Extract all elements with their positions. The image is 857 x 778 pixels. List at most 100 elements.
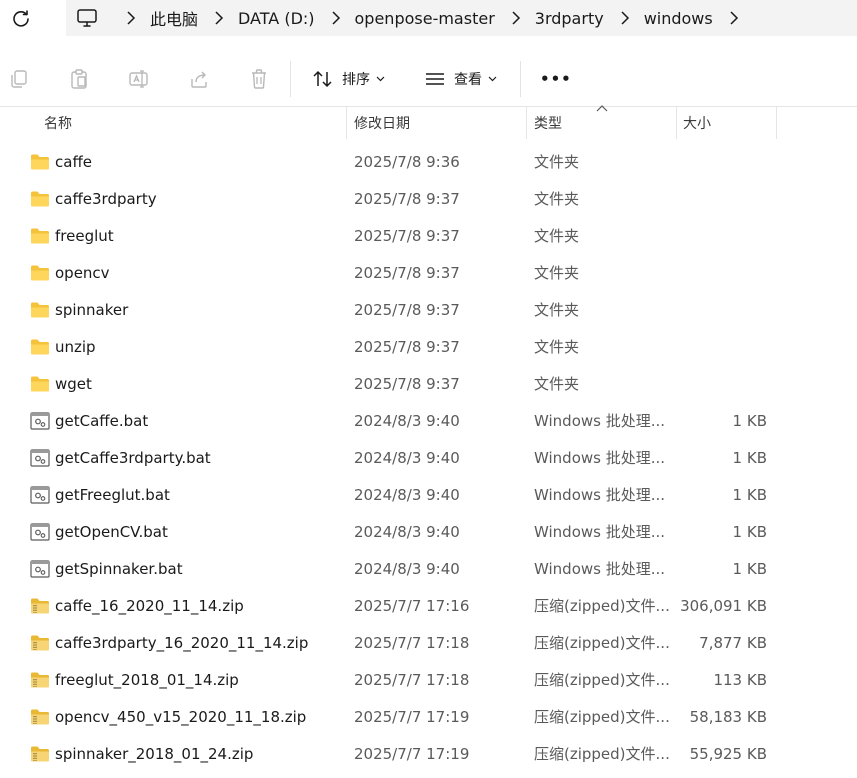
- file-row[interactable]: getCaffe3rdparty.bat 2024/8/3 9:40 Windows…: [0, 440, 800, 477]
- breadcrumb: 此电脑 DATA (D:) openpose-master 3rdparty w…: [76, 0, 753, 36]
- file-row[interactable]: getSpinnaker.bat 2024/8/3 9:40 Windows 批处理…: [0, 551, 800, 588]
- address-bar: 此电脑 DATA (D:) openpose-master 3rdparty w…: [0, 0, 857, 36]
- copy-icon[interactable]: [8, 68, 30, 90]
- folder-row[interactable]: wget 2025/7/8 9:37 文件夹: [0, 366, 800, 403]
- file-type: 文件夹: [534, 264, 580, 282]
- breadcrumb-this-pc[interactable]: 此电脑: [150, 6, 198, 30]
- more-icon: •••: [540, 70, 572, 88]
- file-date: 2025/7/8 9:37: [354, 227, 460, 245]
- column-separator[interactable]: [676, 107, 677, 139]
- column-header-type[interactable]: 类型: [534, 107, 562, 139]
- file-size: 1 KB: [732, 560, 767, 578]
- computer-icon[interactable]: [76, 8, 98, 28]
- folder-icon: [31, 154, 49, 170]
- column-separator[interactable]: [526, 107, 527, 139]
- share-icon[interactable]: [188, 68, 210, 90]
- file-type: Windows 批处理...: [534, 449, 666, 467]
- sort-ascending-icon: [596, 105, 608, 112]
- file-name: wget: [55, 375, 92, 393]
- column-separator[interactable]: [346, 107, 347, 139]
- file-size: 1 KB: [732, 523, 767, 541]
- file-type: Windows 批处理...: [534, 486, 666, 504]
- file-size: 113 KB: [713, 671, 767, 689]
- more-button[interactable]: •••: [540, 66, 572, 92]
- folder-icon: [31, 228, 49, 244]
- file-size: 1 KB: [732, 449, 767, 467]
- breadcrumb-windows[interactable]: windows: [644, 9, 713, 28]
- file-row[interactable]: opencv_450_v15_2020_11_18.zip 2025/7/7 17…: [0, 699, 800, 736]
- folder-row[interactable]: caffe 2025/7/8 9:36 文件夹: [0, 144, 800, 181]
- chevron-right-icon[interactable]: [331, 11, 341, 25]
- file-date: 2025/7/7 17:18: [354, 634, 470, 652]
- file-row[interactable]: caffe3rdparty_16_2020_11_14.zip 2025/7/7 …: [0, 625, 800, 662]
- folder-row[interactable]: caffe3rdparty 2025/7/8 9:37 文件夹: [0, 181, 800, 218]
- file-type: 文件夹: [534, 338, 580, 356]
- sort-icon: [313, 70, 332, 88]
- file-size: 55,925 KB: [689, 745, 767, 763]
- folder-icon: [31, 302, 49, 318]
- file-date: 2025/7/7 17:18: [354, 671, 470, 689]
- column-separator[interactable]: [776, 107, 777, 139]
- view-button[interactable]: 查看: [424, 66, 497, 92]
- breadcrumb-3rdparty[interactable]: 3rdparty: [535, 9, 604, 28]
- sort-label: 排序: [342, 72, 370, 88]
- file-type: 文件夹: [534, 375, 580, 393]
- chevron-right-icon[interactable]: [511, 11, 521, 25]
- batch-file-icon: [30, 560, 50, 578]
- folder-row[interactable]: unzip 2025/7/8 9:37 文件夹: [0, 329, 800, 366]
- file-date: 2024/8/3 9:40: [354, 412, 460, 430]
- file-row[interactable]: getOpenCV.bat 2024/8/3 9:40 Windows 批处理...…: [0, 514, 800, 551]
- column-header-date[interactable]: 修改日期: [354, 107, 410, 139]
- folder-row[interactable]: freeglut 2025/7/8 9:37 文件夹: [0, 218, 800, 255]
- file-name: getFreeglut.bat: [55, 486, 170, 504]
- file-name: getSpinnaker.bat: [55, 560, 183, 578]
- breadcrumb-data-drive[interactable]: DATA (D:): [238, 9, 315, 28]
- folder-icon: [31, 191, 49, 207]
- file-row[interactable]: getCaffe.bat 2024/8/3 9:40 Windows 批处理... 1…: [0, 403, 800, 440]
- command-bar: 排序 查看 •••: [0, 50, 857, 108]
- file-date: 2025/7/7 17:16: [354, 597, 470, 615]
- chevron-right-icon[interactable]: [729, 11, 739, 25]
- column-header-name[interactable]: 名称: [44, 107, 72, 139]
- paste-icon[interactable]: [68, 68, 90, 90]
- sort-button[interactable]: 排序: [312, 66, 385, 92]
- chevron-right-icon[interactable]: [214, 11, 224, 25]
- zip-file-icon: [31, 635, 49, 651]
- refresh-icon[interactable]: [10, 8, 32, 30]
- chevron-down-icon: [488, 76, 497, 82]
- file-type: 压缩(zipped)文件...: [534, 671, 670, 689]
- file-name: caffe3rdparty_16_2020_11_14.zip: [55, 634, 309, 652]
- address-field[interactable]: 此电脑 DATA (D:) openpose-master 3rdparty w…: [66, 0, 857, 36]
- file-name: spinnaker: [55, 301, 129, 319]
- batch-file-icon: [30, 486, 50, 504]
- file-date: 2024/8/3 9:40: [354, 449, 460, 467]
- file-row[interactable]: caffe_16_2020_11_14.zip 2025/7/7 17:16 压缩(…: [0, 588, 800, 625]
- file-type: 文件夹: [534, 153, 580, 171]
- chevron-right-icon[interactable]: [126, 11, 136, 25]
- view-label: 查看: [454, 72, 482, 88]
- file-row[interactable]: freeglut_2018_01_14.zip 2025/7/7 17:18 压缩(…: [0, 662, 800, 699]
- chevron-down-icon: [376, 76, 385, 82]
- file-row[interactable]: spinnaker_2018_01_24.zip 2025/7/7 17:19 压缩…: [0, 736, 800, 773]
- delete-icon[interactable]: [248, 68, 270, 90]
- folder-row[interactable]: spinnaker 2025/7/8 9:37 文件夹: [0, 292, 800, 329]
- rename-icon[interactable]: [128, 68, 150, 90]
- file-type: 压缩(zipped)文件...: [534, 745, 670, 763]
- file-date: 2025/7/8 9:37: [354, 375, 460, 393]
- folder-row[interactable]: opencv 2025/7/8 9:37 文件夹: [0, 255, 800, 292]
- file-date: 2024/8/3 9:40: [354, 523, 460, 541]
- file-name: getOpenCV.bat: [55, 523, 168, 541]
- file-row[interactable]: getFreeglut.bat 2024/8/3 9:40 Windows 批处理.…: [0, 477, 800, 514]
- file-type: Windows 批处理...: [534, 412, 666, 430]
- file-type: 压缩(zipped)文件...: [534, 597, 670, 615]
- chevron-right-icon[interactable]: [620, 11, 630, 25]
- zip-file-icon: [31, 598, 49, 614]
- file-type: 压缩(zipped)文件...: [534, 708, 670, 726]
- file-date: 2025/7/8 9:37: [354, 190, 460, 208]
- file-date: 2025/7/7 17:19: [354, 708, 470, 726]
- file-type: 文件夹: [534, 190, 580, 208]
- folder-icon: [31, 376, 49, 392]
- file-size: 306,091 KB: [680, 597, 767, 615]
- breadcrumb-openpose-master[interactable]: openpose-master: [355, 9, 495, 28]
- column-header-size[interactable]: 大小: [683, 107, 711, 139]
